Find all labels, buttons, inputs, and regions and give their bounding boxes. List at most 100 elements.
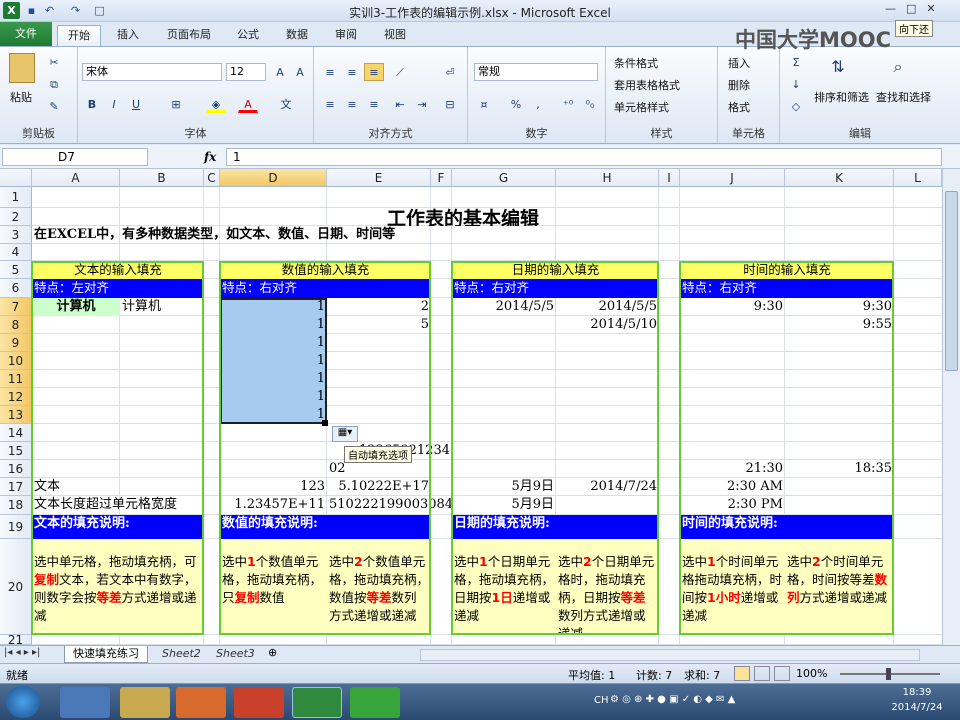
app-taskbar-icon[interactable] (350, 687, 400, 718)
row-header-11[interactable]: 11 (0, 370, 32, 388)
header-number-fill[interactable]: 数值的输入填充 (220, 261, 431, 279)
fill-note-time-header[interactable]: 时间的填充说明: (680, 515, 894, 539)
clear-icon[interactable]: ◇ (786, 97, 806, 115)
column-header-g[interactable]: G (452, 169, 556, 187)
row-header-2[interactable]: 2 (0, 208, 32, 226)
row-header-12[interactable]: 12 (0, 388, 32, 406)
row-header-18[interactable]: 18 (0, 496, 32, 515)
row-header-6[interactable]: 6 (0, 279, 32, 298)
cell-d12[interactable]: 1 (220, 388, 327, 406)
orientation-icon[interactable]: ⟋ (390, 63, 410, 81)
increase-decimal-icon[interactable]: ⁺⁰ (558, 95, 578, 113)
fill-note-e[interactable]: 选中2个数值单元格，拖动填充柄，数值按等差数列方式递增或递减 (327, 539, 431, 635)
cell-k8[interactable]: 9:55 (785, 316, 894, 334)
cell-h7[interactable]: 2014/5/5 (556, 298, 659, 316)
page-break-view-icon[interactable] (774, 666, 790, 681)
percent-icon[interactable]: % (506, 95, 526, 113)
row-header-10[interactable]: 10 (0, 352, 32, 370)
column-header-a[interactable]: A (32, 169, 120, 187)
feature-date[interactable]: 特点：右对齐 (452, 279, 659, 298)
ie-taskbar-icon[interactable] (60, 687, 110, 718)
fill-handle[interactable] (322, 420, 328, 426)
cell-j7[interactable]: 9:30 (680, 298, 785, 316)
cell-b7[interactable]: 计算机 (120, 298, 204, 316)
row-header-1[interactable]: 1 (0, 187, 32, 208)
fill-note-g[interactable]: 选中1个日期单元格，拖动填充柄，日期按1日递增或递减 (452, 539, 556, 635)
cell-d17[interactable]: 123 (220, 478, 327, 496)
cell-d8[interactable]: 1 (220, 316, 327, 334)
align-top-icon[interactable]: ≡ (320, 63, 340, 81)
row-header-19[interactable]: 19 (0, 515, 32, 539)
row-header-20[interactable]: 20 (0, 539, 32, 635)
cell-g18[interactable]: 5月9日 (452, 496, 556, 515)
comma-icon[interactable]: , (528, 95, 548, 113)
cell-a17[interactable]: 文本 (32, 478, 204, 496)
lang-indicator[interactable]: CH (594, 695, 609, 706)
tab-page-layout[interactable]: 页面布局 (157, 25, 221, 46)
row-header-14[interactable]: 14 (0, 424, 32, 442)
grow-font-icon[interactable]: A (270, 63, 290, 81)
cell-e17[interactable]: 5.10222E+17 (327, 478, 431, 496)
zoom-slider-thumb[interactable] (886, 668, 891, 680)
header-text-fill[interactable]: 文本的输入填充 (32, 261, 204, 279)
start-button-icon[interactable] (6, 686, 40, 718)
paste-icon[interactable] (9, 53, 35, 83)
feature-text[interactable]: 特点：左对齐 (32, 279, 204, 298)
row-header-7[interactable]: 7 (0, 298, 32, 316)
fill-note-d[interactable]: 选中1个数值单元格，拖动填充柄，只复制数值 (220, 539, 327, 635)
fill-note-k[interactable]: 选中2个时间单元格，时间按等差数列方式递增或递减 (785, 539, 894, 635)
decrease-decimal-icon[interactable]: ⁰₀ (580, 95, 600, 113)
column-header-j[interactable]: J (680, 169, 785, 187)
find-icon[interactable]: ⌕ (888, 57, 908, 76)
powerpoint-taskbar-icon[interactable] (234, 687, 284, 718)
explorer-taskbar-icon[interactable] (120, 687, 170, 718)
sheet-nav-arrows[interactable]: |◂ ◂ ▸ ▸| (4, 647, 40, 658)
sort-filter-icon[interactable]: ⇅ (828, 57, 848, 76)
cell-j18[interactable]: 2:30 PM (680, 496, 785, 515)
row-header-21[interactable]: 21 (0, 634, 32, 645)
column-header-l[interactable]: L (894, 169, 942, 187)
intro-text[interactable]: 在EXCEL中，有多种数据类型，如文本、数值、日期、时间等 (32, 226, 894, 244)
bold-icon[interactable]: B (82, 95, 102, 113)
fill-note-j[interactable]: 选中1个时间单元格拖动填充柄，时间按1小时递增或递减 (680, 539, 785, 635)
select-all-corner[interactable] (0, 169, 32, 187)
increase-indent-icon[interactable]: ⇥ (412, 95, 432, 113)
sheet-tab-1[interactable]: 快速填充练习 (64, 646, 148, 663)
cell-a7[interactable]: 计算机 (32, 298, 120, 316)
row-header-9[interactable]: 9 (0, 334, 32, 352)
header-time-fill[interactable]: 时间的输入填充 (680, 261, 894, 279)
cell-d7[interactable]: 1 (220, 298, 327, 316)
cell-d10[interactable]: 1 (220, 352, 327, 370)
cut-icon[interactable]: ✂ (44, 53, 64, 71)
cell-e18[interactable]: 510222199003084333 (327, 496, 452, 515)
font-name-combo[interactable]: 宋体 (82, 63, 222, 81)
cell-d13[interactable]: 1 (220, 406, 327, 424)
format-cells-button[interactable]: 格式 (728, 99, 750, 115)
sheet-title[interactable]: 工作表的基本编辑 (32, 208, 894, 226)
sheet-tab-2[interactable]: Sheet2 (158, 646, 205, 663)
align-bottom-icon[interactable]: ≡ (364, 63, 384, 81)
currency-icon[interactable]: ¤ (474, 95, 494, 113)
underline-icon[interactable]: U (126, 95, 146, 113)
column-header-d[interactable]: D (220, 169, 327, 187)
find-select-button[interactable]: 查找和选择 (876, 89, 931, 105)
fill-color-icon[interactable]: ◈ (206, 95, 226, 113)
cell-d11[interactable]: 1 (220, 370, 327, 388)
font-size-combo[interactable]: 12 (226, 63, 266, 81)
autofill-options-button[interactable]: ▦▾ (332, 426, 358, 442)
row-header-4[interactable]: 4 (0, 244, 32, 261)
sheet-tab-3[interactable]: Sheet3 (212, 646, 259, 663)
horizontal-scrollbar[interactable] (420, 649, 920, 661)
fill-icon[interactable]: ↓ (786, 75, 806, 93)
row-header-5[interactable]: 5 (0, 261, 32, 279)
autosum-icon[interactable]: Σ (786, 53, 806, 71)
cell-j17[interactable]: 2:30 AM (680, 478, 785, 496)
shrink-font-icon[interactable]: A (290, 63, 310, 81)
fill-note-h[interactable]: 选中2个日期单元格时，拖动填充柄，日期按等差数列方式递增或递减 (556, 539, 659, 635)
cell-h8[interactable]: 2014/5/10 (556, 316, 659, 334)
row-header-16[interactable]: 16 (0, 460, 32, 478)
name-box[interactable]: D7 (2, 148, 148, 166)
column-header-e[interactable]: E (327, 169, 431, 187)
align-right-icon[interactable]: ≡ (364, 95, 384, 113)
clock-time[interactable]: 18:39 (894, 687, 940, 698)
